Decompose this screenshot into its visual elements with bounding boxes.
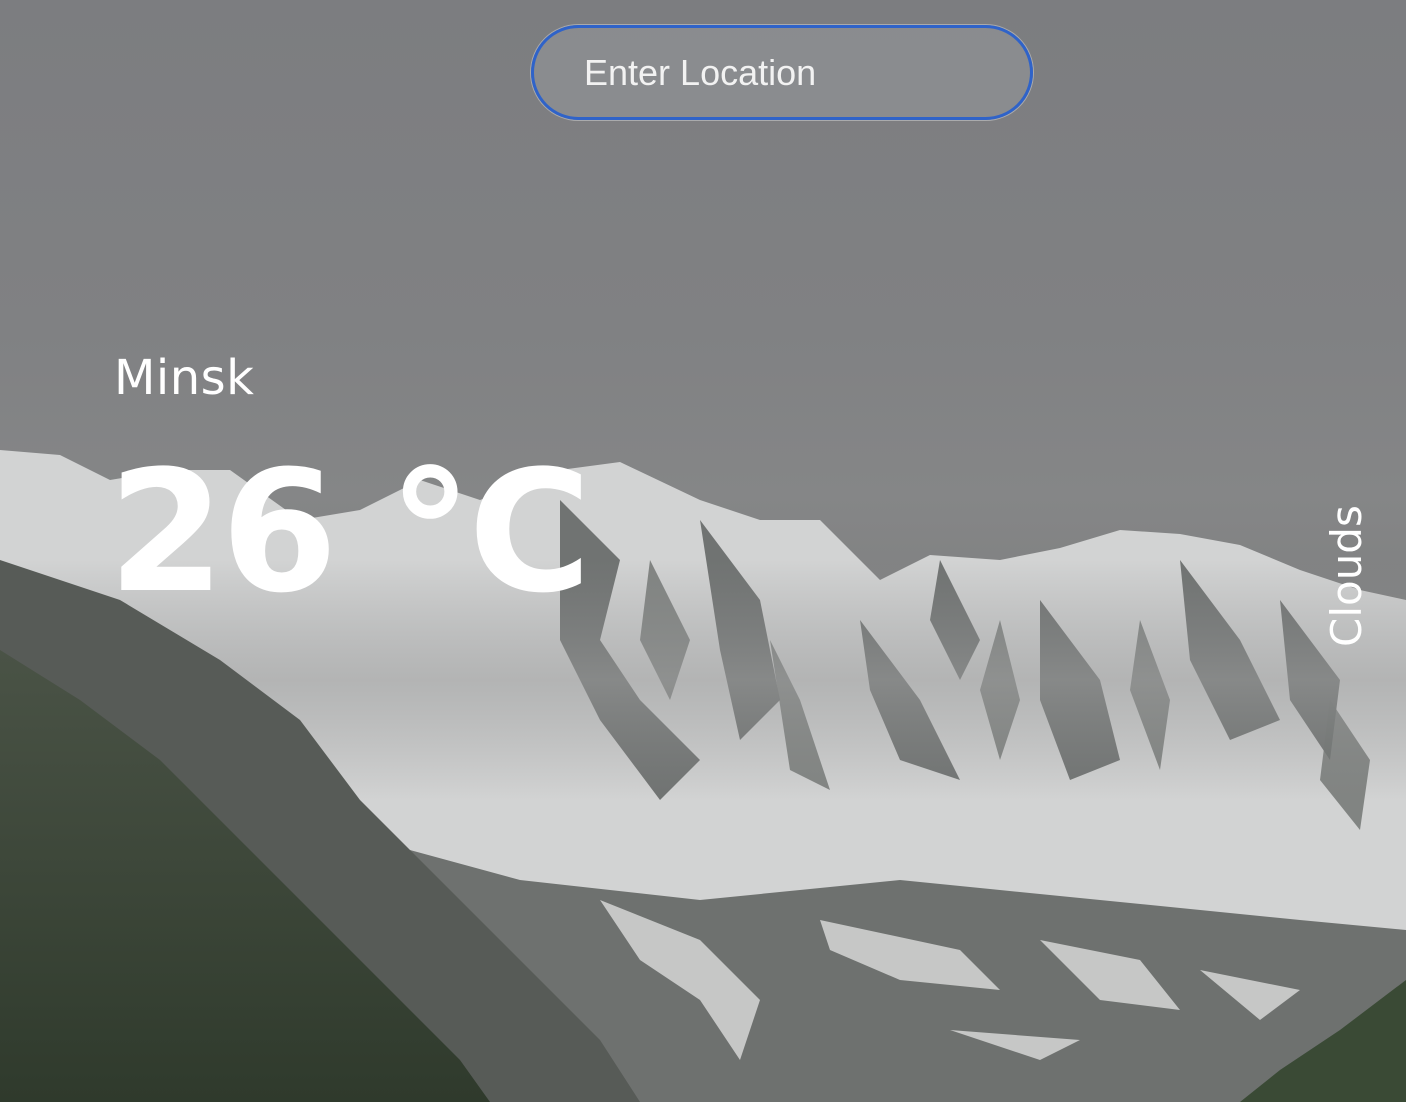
location-search-box[interactable] xyxy=(531,25,1033,120)
city-name: Minsk xyxy=(114,350,255,406)
location-search-input[interactable] xyxy=(534,28,1030,117)
weather-app: Minsk 26 °C Clouds xyxy=(0,0,1406,1102)
weather-condition: Clouds xyxy=(1322,505,1371,647)
temperature-value: 26 °C xyxy=(108,434,592,630)
